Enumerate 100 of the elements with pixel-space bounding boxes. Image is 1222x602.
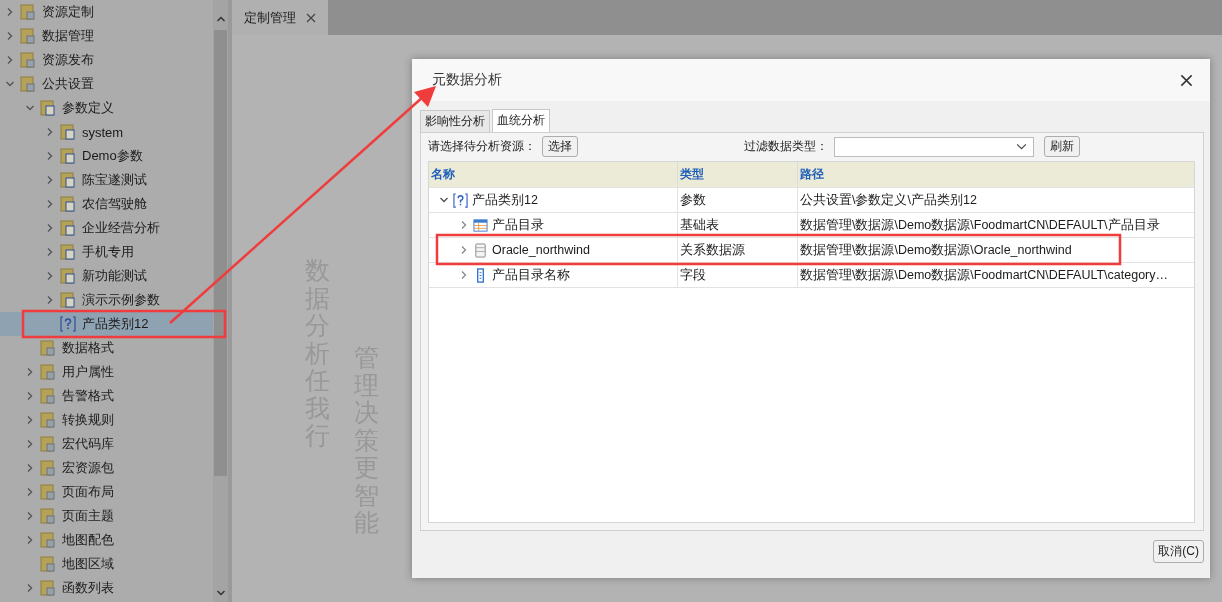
chevron-right-icon[interactable] — [25, 415, 35, 425]
parameter-folder-icon — [60, 292, 76, 308]
resource-label: 请选择待分析资源： — [428, 138, 536, 155]
chevron-right-icon[interactable] — [25, 487, 35, 497]
sidebar-item[interactable]: 产品类别12 — [0, 312, 213, 336]
column-header: 类型 — [678, 162, 798, 187]
folder-icon — [40, 508, 56, 524]
sidebar-item[interactable]: 新功能测试 — [0, 264, 213, 288]
database-icon — [473, 242, 488, 258]
folder-icon — [40, 460, 56, 476]
select-button[interactable]: 选择 — [542, 136, 578, 157]
chevron-right-icon[interactable] — [25, 583, 35, 593]
chevron-right-icon[interactable] — [5, 55, 15, 65]
folder-icon — [40, 532, 56, 548]
folder-icon — [40, 340, 56, 356]
sidebar-item[interactable]: Demo参数 — [0, 144, 213, 168]
row-name: 产品类别12 — [472, 191, 538, 209]
sidebar-item[interactable]: 农信驾驶舱 — [0, 192, 213, 216]
sidebar-item[interactable]: 页面主题 — [0, 504, 213, 528]
table-icon — [473, 217, 488, 233]
sidebar-item[interactable]: 企业经营分析 — [0, 216, 213, 240]
sidebar-item[interactable]: 数据管理 — [0, 24, 213, 48]
scrollbar[interactable] — [213, 0, 228, 602]
chevron-right-icon[interactable] — [459, 245, 469, 255]
table-cell-text: 数据管理\数据源\Demo数据源\FoodmartCN\DEFAULT\产品目录 — [799, 216, 1161, 234]
parameter-folder-icon — [60, 196, 76, 212]
folder-icon — [40, 388, 56, 404]
chevron-right-icon[interactable] — [25, 535, 35, 545]
question-icon — [60, 316, 76, 332]
column-header: 名称 — [429, 162, 678, 187]
sidebar-item[interactable]: 地图区域 — [0, 552, 213, 576]
tab[interactable]: 定制管理 — [232, 0, 328, 35]
cancel-button[interactable]: 取消(C) — [1153, 540, 1204, 563]
refresh-button[interactable]: 刷新 — [1044, 136, 1080, 157]
scrollbar-thumb[interactable] — [214, 30, 227, 476]
chevron-down-icon[interactable] — [439, 195, 449, 205]
chevron-right-icon[interactable] — [25, 391, 35, 401]
chevron-right-icon[interactable] — [45, 271, 55, 281]
chevron-down-icon[interactable] — [25, 103, 35, 113]
sidebar-item[interactable]: 宏资源包 — [0, 456, 213, 480]
sidebar-item[interactable]: 参数定义 — [0, 96, 213, 120]
folder-icon — [40, 484, 56, 500]
parameter-folder-icon — [60, 244, 76, 260]
chevron-right-icon[interactable] — [459, 220, 469, 230]
sidebar-item[interactable]: 数据格式 — [0, 336, 213, 360]
sidebar-item[interactable]: 公共设置 — [0, 72, 213, 96]
scroll-up-icon[interactable] — [215, 14, 226, 24]
caret-icon[interactable] — [1016, 143, 1027, 150]
chevron-right-icon[interactable] — [5, 31, 15, 41]
chevron-right-icon[interactable] — [45, 295, 55, 305]
sidebar-item[interactable]: 陈宝遂测试 — [0, 168, 213, 192]
folder-icon — [40, 412, 56, 428]
chevron-right-icon[interactable] — [5, 7, 15, 17]
parameter-folder-icon — [40, 100, 56, 116]
folder-icon — [40, 436, 56, 452]
parameter-folder-icon — [60, 220, 76, 236]
chevron-right-icon[interactable] — [459, 270, 469, 280]
sidebar-item[interactable]: 手机专用 — [0, 240, 213, 264]
parameter-folder-icon — [60, 268, 76, 284]
table-cell-text: 公共设置\参数定义\产品类别12 — [799, 191, 978, 209]
sidebar-item[interactable]: 资源定制 — [0, 0, 213, 24]
chevron-right-icon[interactable] — [25, 463, 35, 473]
sidebar-item[interactable]: 页面布局 — [0, 480, 213, 504]
sidebar-item[interactable]: 告警格式 — [0, 384, 213, 408]
parameter-folder-icon — [60, 148, 76, 164]
chevron-right-icon[interactable] — [25, 367, 35, 377]
chevron-down-icon[interactable] — [5, 79, 15, 89]
folder-icon — [20, 28, 36, 44]
chevron-right-icon[interactable] — [45, 223, 55, 233]
tab[interactable]: 影响性分析 — [420, 110, 490, 132]
chevron-right-icon[interactable] — [45, 151, 55, 161]
row-name: 产品目录名称 — [492, 266, 570, 284]
chevron-right-icon[interactable] — [45, 175, 55, 185]
sidebar-item[interactable]: 资源发布 — [0, 48, 213, 72]
chevron-right-icon[interactable] — [45, 199, 55, 209]
sidebar-item[interactable]: 函数列表 — [0, 576, 213, 600]
dropdown-field[interactable] — [834, 136, 1034, 157]
folder-icon — [20, 4, 36, 20]
column-header: 路径 — [799, 166, 825, 183]
tab[interactable]: 血统分析 — [492, 109, 550, 132]
table-cell: 参数 — [678, 188, 798, 212]
sidebar-item[interactable]: 宏代码库 — [0, 432, 213, 456]
folder-icon — [40, 580, 56, 596]
row-name: Oracle_northwind — [492, 243, 590, 257]
sidebar-item[interactable]: 地图配色 — [0, 528, 213, 552]
table-cell: 关系数据源 — [678, 238, 798, 262]
sidebar-item[interactable]: 转换规则 — [0, 408, 213, 432]
close-icon[interactable] — [1180, 73, 1193, 87]
folder-icon — [20, 52, 36, 68]
chevron-right-icon[interactable] — [25, 439, 35, 449]
sidebar-item[interactable]: system — [0, 120, 213, 144]
sidebar-item[interactable]: 用户属性 — [0, 360, 213, 384]
sidebar-item[interactable]: 演示示例参数 — [0, 288, 213, 312]
chevron-right-icon[interactable] — [45, 127, 55, 137]
chevron-right-icon[interactable] — [45, 247, 55, 257]
filter-label: 过滤数据类型： — [744, 138, 828, 155]
row-name: 产品目录 — [492, 216, 544, 234]
scroll-down-icon[interactable] — [215, 588, 226, 598]
parameter-folder-icon — [60, 172, 76, 188]
chevron-right-icon[interactable] — [25, 511, 35, 521]
